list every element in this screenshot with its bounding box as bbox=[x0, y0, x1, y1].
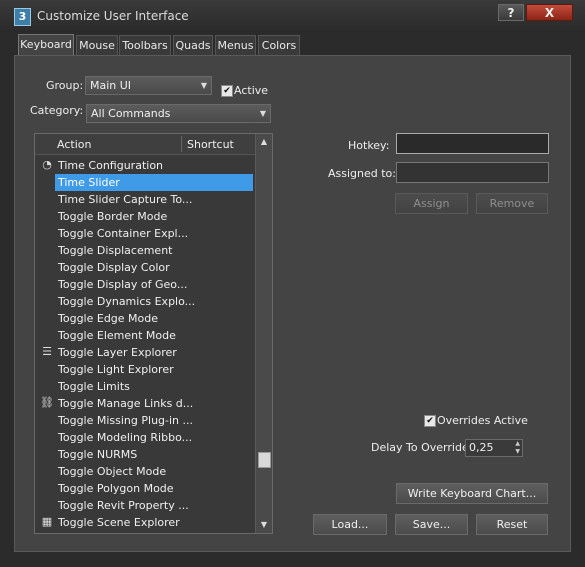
remove-button[interactable]: Remove bbox=[476, 193, 548, 214]
scroll-thumb[interactable] bbox=[258, 452, 271, 468]
list-header: Action Shortcut bbox=[35, 134, 257, 155]
list-item[interactable]: Toggle Object Mode bbox=[55, 463, 253, 480]
list-item[interactable]: Toggle Border Mode bbox=[55, 208, 253, 225]
list-item[interactable]: Time Configuration bbox=[55, 157, 253, 174]
customize-ui-dialog: 3 Customize User Interface ? X Keyboard … bbox=[0, 0, 585, 567]
delay-override-label: Delay To Override: bbox=[371, 441, 473, 454]
tab-keyboard[interactable]: Keyboard bbox=[18, 34, 74, 56]
list-item[interactable]: Toggle Missing Plug-in ... bbox=[55, 412, 253, 429]
list-item[interactable]: Toggle Layer Explorer bbox=[55, 344, 253, 361]
list-item[interactable]: Toggle Polygon Mode bbox=[55, 480, 253, 497]
column-divider[interactable] bbox=[181, 136, 182, 152]
list-item[interactable]: Toggle Scene Explorer bbox=[55, 514, 253, 531]
assigned-to-field bbox=[396, 162, 549, 183]
list-item[interactable]: Toggle Element Mode bbox=[55, 327, 253, 344]
dropdown-arrow-icon: ▼ bbox=[259, 109, 266, 118]
list-item[interactable]: Toggle Edge Mode bbox=[55, 310, 253, 327]
group-dropdown[interactable]: Main UI ▼ bbox=[85, 76, 212, 95]
window-title: Customize User Interface bbox=[37, 9, 189, 23]
list-item[interactable]: Toggle Display of Geo... bbox=[55, 276, 253, 293]
delay-override-spinner[interactable]: 0,25 ▲ ▼ bbox=[465, 439, 523, 457]
list-item[interactable]: Toggle Displacement bbox=[55, 242, 253, 259]
action-list[interactable]: Action Shortcut ◔ Time Configuration Time … bbox=[34, 133, 273, 534]
category-value: All Commands bbox=[91, 107, 171, 120]
load-button[interactable]: Load... bbox=[313, 514, 387, 535]
tab-menus[interactable]: Menus bbox=[215, 35, 256, 55]
hotkey-label: Hotkey: bbox=[348, 139, 390, 152]
overrides-active-label: Overrides Active bbox=[437, 414, 528, 427]
spinner-arrows-icon[interactable]: ▲ ▼ bbox=[515, 440, 520, 456]
reset-button[interactable]: Reset bbox=[476, 514, 548, 535]
list-scrollbar[interactable]: ▲ ▼ bbox=[255, 134, 272, 533]
list-item[interactable]: Toggle Light Explorer bbox=[55, 361, 253, 378]
tab-toolbars[interactable]: Toolbars bbox=[119, 35, 171, 55]
list-item[interactable]: Time Slider bbox=[55, 174, 253, 191]
active-label: Active bbox=[234, 84, 269, 97]
active-checkbox[interactable]: ✔ bbox=[221, 85, 233, 97]
list-item[interactable]: Time Slider Capture To... bbox=[55, 191, 253, 208]
list-item[interactable]: Toggle Display Color bbox=[55, 259, 253, 276]
list-item[interactable]: Toggle Limits bbox=[55, 378, 253, 395]
category-label: Category: bbox=[30, 104, 84, 117]
assign-button[interactable]: Assign bbox=[395, 193, 468, 214]
column-shortcut[interactable]: Shortcut bbox=[187, 138, 234, 151]
tab-colors[interactable]: Colors bbox=[258, 35, 300, 55]
list-item[interactable]: Toggle Container Expl... bbox=[55, 225, 253, 242]
scene-explorer-icon: ▦ bbox=[41, 515, 53, 528]
category-dropdown[interactable]: All Commands ▼ bbox=[86, 104, 271, 123]
hotkey-input[interactable] bbox=[396, 133, 549, 154]
clock-gear-icon: ◔ bbox=[42, 158, 52, 171]
app-logo-icon: 3 bbox=[14, 8, 31, 26]
dropdown-arrow-icon: ▼ bbox=[200, 81, 207, 90]
layer-explorer-icon: ☰ bbox=[42, 345, 52, 358]
tab-mouse[interactable]: Mouse bbox=[76, 35, 118, 55]
help-button[interactable]: ? bbox=[498, 4, 524, 21]
list-item[interactable]: Toggle Modeling Ribbo... bbox=[55, 429, 253, 446]
save-button[interactable]: Save... bbox=[395, 514, 468, 535]
list-item[interactable]: Toggle Manage Links d... bbox=[55, 395, 253, 412]
list-item[interactable]: Toggle Revit Property ... bbox=[55, 497, 253, 514]
assigned-to-label: Assigned to: bbox=[328, 167, 396, 180]
tab-quads[interactable]: Quads bbox=[173, 35, 213, 55]
list-item[interactable]: Toggle NURMS bbox=[55, 446, 253, 463]
scroll-down-arrow-icon[interactable]: ▼ bbox=[256, 517, 272, 533]
overrides-active-checkbox[interactable]: ✔ bbox=[424, 415, 436, 427]
group-label: Group: bbox=[46, 79, 84, 92]
write-keyboard-chart-button[interactable]: Write Keyboard Chart... bbox=[396, 483, 548, 504]
group-value: Main UI bbox=[90, 79, 132, 92]
list-item[interactable]: Toggle Dynamics Explo... bbox=[55, 293, 253, 310]
scroll-up-arrow-icon[interactable]: ▲ bbox=[256, 134, 272, 150]
manage-links-icon: ⛓ bbox=[40, 396, 54, 409]
delay-override-value: 0,25 bbox=[469, 441, 494, 454]
close-button[interactable]: X bbox=[526, 4, 573, 21]
column-action[interactable]: Action bbox=[57, 138, 91, 151]
title-bar[interactable]: 3 Customize User Interface ? X bbox=[0, 0, 585, 32]
